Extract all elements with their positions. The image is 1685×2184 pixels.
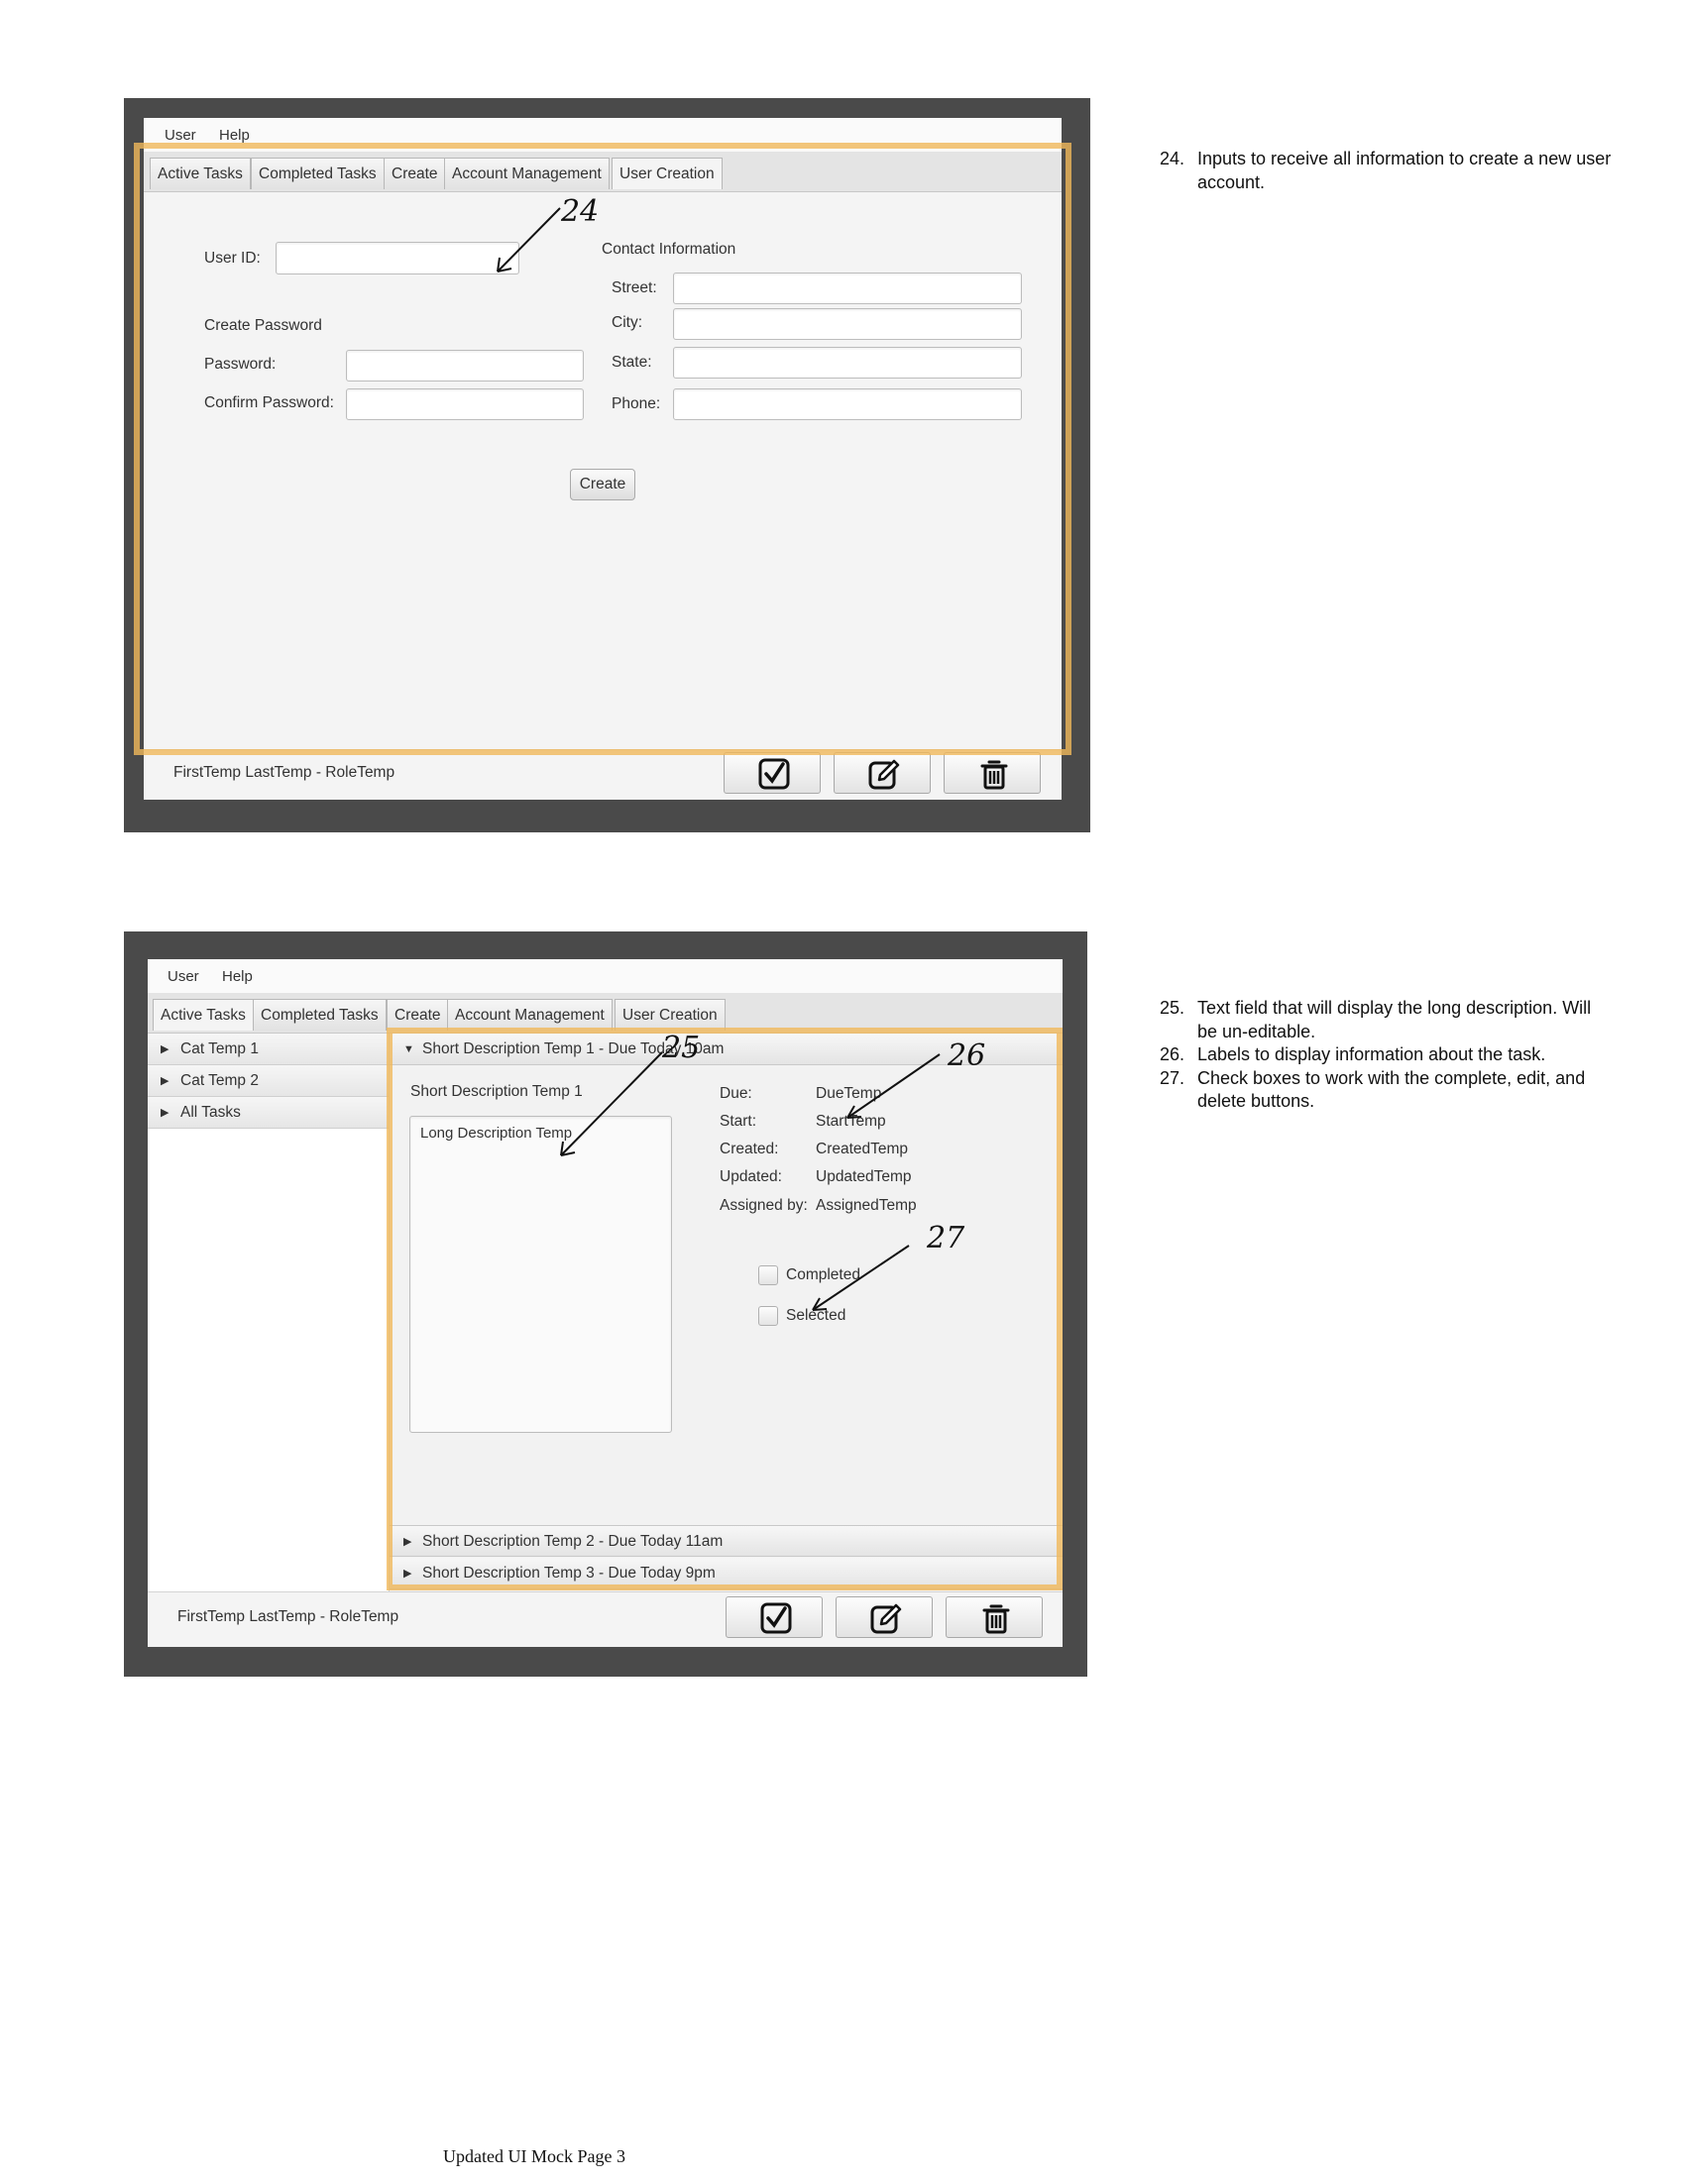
trash-icon	[980, 760, 1008, 790]
tab-create[interactable]: Create	[387, 999, 449, 1031]
complete-button[interactable]	[724, 752, 821, 794]
notes-list-1: 24. Inputs to receive all information to …	[1160, 148, 1616, 194]
complete-button[interactable]	[726, 1596, 823, 1638]
edit-button[interactable]	[834, 752, 931, 794]
delete-button[interactable]	[946, 1596, 1043, 1638]
note-item: 25. Text field that will display the long…	[1160, 998, 1592, 1041]
category-tree: ▶ Cat Temp 1 ▶ Cat Temp 2 ▶ All Tasks	[148, 1034, 390, 1591]
expand-arrow-icon: ▶	[161, 1075, 169, 1087]
notes-list-2: 25. Text field that will display the long…	[1160, 997, 1616, 1114]
tree-item-all-tasks[interactable]: ▶ All Tasks	[148, 1097, 389, 1129]
edit-icon	[868, 759, 900, 790]
menu-bar: User Help	[148, 959, 1063, 994]
edit-button[interactable]	[836, 1596, 933, 1638]
annotation-label-26: 26	[948, 1038, 986, 1073]
expand-arrow-icon: ▶	[161, 1107, 169, 1119]
note-item: 27. Check boxes to work with the complete…	[1160, 1067, 1586, 1112]
menu-help[interactable]: Help	[222, 968, 253, 985]
status-bar: FirstTemp LastTemp - RoleTemp	[148, 1591, 1063, 1647]
check-icon	[758, 758, 790, 790]
tree-item-cat-2[interactable]: ▶ Cat Temp 2	[148, 1065, 389, 1097]
screenshot-frame-2: User Help Active Tasks Completed Tasks C…	[124, 931, 1087, 1677]
annotation-label-25: 25	[662, 1031, 701, 1065]
status-bar: FirstTemp LastTemp - RoleTemp	[144, 749, 1062, 800]
expand-arrow-icon: ▶	[161, 1043, 169, 1055]
highlight-box-25-27	[387, 1028, 1063, 1590]
annotation-arrow-24	[497, 207, 561, 273]
screenshot-frame-1: User Help Active Tasks Completed Tasks C…	[124, 98, 1090, 832]
tab-completed-tasks[interactable]: Completed Tasks	[253, 999, 387, 1031]
annotation-label-24: 24	[561, 194, 600, 229]
check-icon	[760, 1602, 792, 1634]
menu-help[interactable]: Help	[219, 127, 250, 144]
menu-user[interactable]: User	[168, 968, 199, 985]
highlight-box-24	[134, 143, 1071, 755]
tab-active-tasks[interactable]: Active Tasks	[153, 999, 254, 1031]
tab-user-creation[interactable]: User Creation	[615, 999, 726, 1031]
tab-account-management[interactable]: Account Management	[447, 999, 613, 1031]
edit-icon	[870, 1603, 902, 1634]
tree-item-cat-1[interactable]: ▶ Cat Temp 1	[148, 1034, 389, 1065]
trash-icon	[982, 1604, 1010, 1634]
delete-button[interactable]	[944, 752, 1041, 794]
note-item: 26. Labels to display information about t…	[1160, 1044, 1546, 1064]
status-user-text: FirstTemp LastTemp - RoleTemp	[173, 764, 395, 781]
note-item: 24. Inputs to receive all information to …	[1160, 149, 1612, 192]
status-user-text: FirstTemp LastTemp - RoleTemp	[177, 1608, 399, 1625]
menu-user[interactable]: User	[165, 127, 196, 144]
page-footer: Updated UI Mock Page 3	[443, 2146, 625, 2166]
annotation-label-27: 27	[927, 1221, 965, 1256]
